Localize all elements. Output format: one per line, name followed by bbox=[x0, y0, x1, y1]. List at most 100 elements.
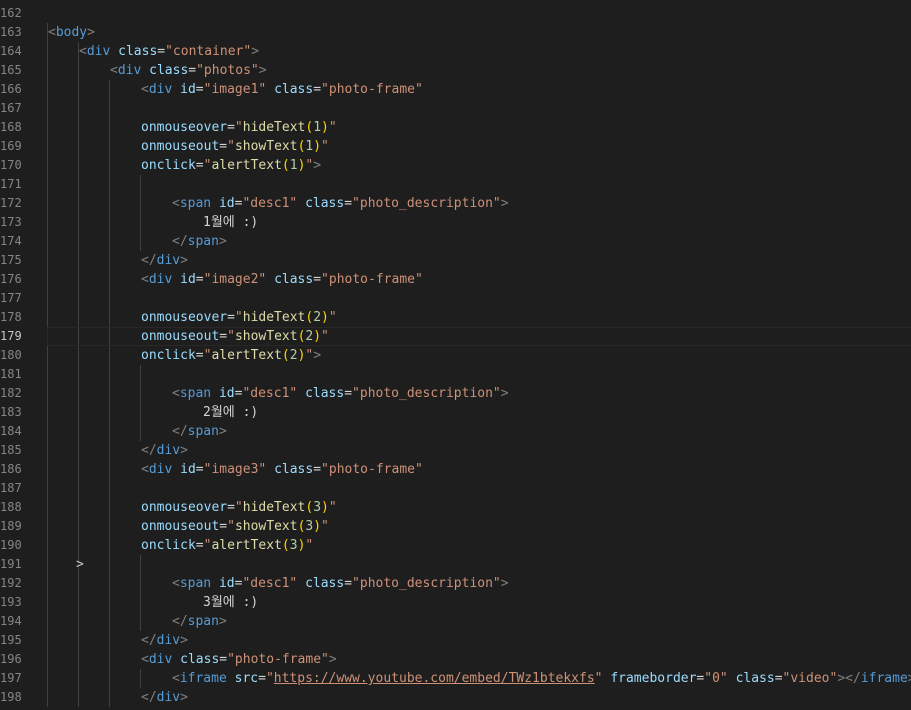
code-line[interactable]: 192 <span id="desc1" class="photo_descrip… bbox=[0, 574, 911, 593]
code-line[interactable]: 173 1월에 :) bbox=[0, 213, 911, 232]
line-number: 177 bbox=[0, 291, 22, 305]
code-line[interactable]: 185 </div> bbox=[0, 441, 911, 460]
code-text: onclick="alertText(2)"> bbox=[141, 346, 321, 365]
code-token: > bbox=[87, 25, 95, 40]
code-token: span bbox=[187, 614, 219, 629]
code-line[interactable]: 171 bbox=[0, 175, 911, 194]
code-line[interactable]: 180 onclick="alertText(2)"> bbox=[0, 346, 911, 365]
code-line[interactable]: 165 <div class="photos"> bbox=[0, 61, 911, 80]
code-token: > bbox=[500, 386, 509, 401]
code-token: " bbox=[305, 538, 314, 553]
code-line[interactable]: 186 <div id="image3" class="photo-frame" bbox=[0, 460, 911, 479]
code-token: class bbox=[305, 386, 345, 401]
code-line[interactable]: 178 onmouseover="hideText(2)" bbox=[0, 308, 911, 327]
fold-chevron-icon[interactable]: > bbox=[76, 555, 84, 574]
code-token: </ bbox=[141, 253, 157, 268]
code-token: = bbox=[344, 386, 353, 401]
code-token: "photo-frame" bbox=[321, 462, 423, 477]
line-number: 183 bbox=[0, 405, 22, 419]
code-token: div bbox=[86, 44, 111, 59]
code-token: 1 bbox=[313, 120, 322, 135]
code-token: > bbox=[218, 614, 227, 629]
code-token: = bbox=[344, 576, 353, 591]
code-token: < bbox=[79, 44, 87, 59]
code-line[interactable]: 193 3월에 :) bbox=[0, 593, 911, 612]
code-token: class bbox=[274, 272, 314, 287]
code-token: " bbox=[227, 519, 235, 534]
code-token: < bbox=[110, 63, 118, 78]
code-line[interactable]: 195 </div> bbox=[0, 631, 911, 650]
code-token: ) bbox=[313, 139, 322, 154]
code-token: > bbox=[500, 576, 509, 591]
code-line[interactable]: 169 onmouseout="showText(1)" bbox=[0, 137, 911, 156]
code-token: " bbox=[321, 329, 329, 344]
code-line[interactable]: 194 </span> bbox=[0, 612, 911, 631]
line-number: 186 bbox=[0, 462, 22, 476]
code-token: > bbox=[313, 348, 322, 363]
code-token: 2 bbox=[289, 348, 298, 363]
code-token: > bbox=[218, 424, 227, 439]
code-text: <div id="image3" class="photo-frame" bbox=[141, 460, 423, 479]
code-text: </span> bbox=[172, 232, 227, 251]
code-line[interactable]: 179 onmouseout="showText(2)" bbox=[0, 327, 911, 346]
code-line[interactable]: 190 onclick="alertText(3)" bbox=[0, 536, 911, 555]
code-text: onmouseout="showText(1)" bbox=[141, 137, 329, 156]
code-line[interactable]: 167 bbox=[0, 99, 911, 118]
code-token: " bbox=[234, 120, 243, 135]
code-token: class bbox=[274, 82, 314, 97]
code-token: </ bbox=[141, 443, 157, 458]
code-line[interactable]: 191 > bbox=[0, 555, 911, 574]
code-token: " bbox=[234, 500, 243, 515]
code-line[interactable]: 182 <span id="desc1" class="photo_descrip… bbox=[0, 384, 911, 403]
code-token: span bbox=[187, 424, 219, 439]
code-line[interactable]: 196 <div class="photo-frame"> bbox=[0, 650, 911, 669]
code-token: "container" bbox=[165, 44, 252, 59]
code-token: 1 bbox=[289, 158, 298, 173]
code-line[interactable]: 184 </span> bbox=[0, 422, 911, 441]
code-token: class bbox=[735, 671, 775, 686]
code-token: </ bbox=[141, 633, 157, 648]
code-editor[interactable]: 162 163 <body> 164 <div class="container"> 16… bbox=[0, 0, 911, 710]
code-text: onmouseout="showText(3)" bbox=[141, 517, 329, 536]
code-token: " bbox=[321, 139, 329, 154]
line-number: 176 bbox=[0, 272, 22, 286]
code-text: </div> bbox=[141, 688, 188, 707]
code-text: onmouseover="hideText(2)" bbox=[141, 308, 337, 327]
line-number: 196 bbox=[0, 652, 22, 666]
code-line[interactable]: 197 <iframe src="https://www.youtube.com/… bbox=[0, 669, 911, 688]
code-token: > bbox=[180, 633, 188, 648]
code-text: </div> bbox=[141, 441, 188, 460]
code-line[interactable]: 187 bbox=[0, 479, 911, 498]
code-line[interactable]: 177 bbox=[0, 289, 911, 308]
code-line[interactable]: 168 onmouseover="hideText(1)" bbox=[0, 118, 911, 137]
code-line[interactable]: 164 <div class="container"> bbox=[0, 42, 911, 61]
code-line[interactable]: 181 bbox=[0, 365, 911, 384]
code-line[interactable]: 162 bbox=[0, 4, 911, 23]
code-token: showText bbox=[234, 139, 298, 154]
code-line[interactable]: 189 onmouseout="showText(3)" bbox=[0, 517, 911, 536]
code-token: https://www.youtube.com/embed/TWz1btekxf… bbox=[273, 671, 595, 686]
code-token: onclick bbox=[141, 158, 196, 173]
code-token: "desc1" bbox=[242, 576, 298, 591]
code-line[interactable]: 176 <div id="image2" class="photo-frame" bbox=[0, 270, 911, 289]
code-line[interactable]: 198 </div> bbox=[0, 688, 911, 707]
code-token: id bbox=[180, 82, 196, 97]
code-line[interactable]: 170 onclick="alertText(1)"> bbox=[0, 156, 911, 175]
code-token: " bbox=[227, 139, 235, 154]
line-number: 192 bbox=[0, 576, 22, 590]
code-line[interactable]: 163 <body> bbox=[0, 23, 911, 42]
code-line[interactable]: 183 2월에 :) bbox=[0, 403, 911, 422]
line-number: 184 bbox=[0, 424, 22, 438]
code-text: <span id="desc1" class="photo_descriptio… bbox=[172, 574, 509, 593]
code-token: div bbox=[156, 633, 181, 648]
line-number: 185 bbox=[0, 443, 22, 457]
code-line[interactable]: 172 <span id="desc1" class="photo_descrip… bbox=[0, 194, 911, 213]
code-line[interactable]: 175 </div> bbox=[0, 251, 911, 270]
code-line[interactable]: 174 </span> bbox=[0, 232, 911, 251]
code-line[interactable]: 188 onmouseover="hideText(3)" bbox=[0, 498, 911, 517]
line-number: 173 bbox=[0, 215, 22, 229]
code-line[interactable]: 166 <div id="image1" class="photo-frame" bbox=[0, 80, 911, 99]
code-token: > bbox=[258, 63, 267, 78]
code-token: " bbox=[328, 500, 337, 515]
